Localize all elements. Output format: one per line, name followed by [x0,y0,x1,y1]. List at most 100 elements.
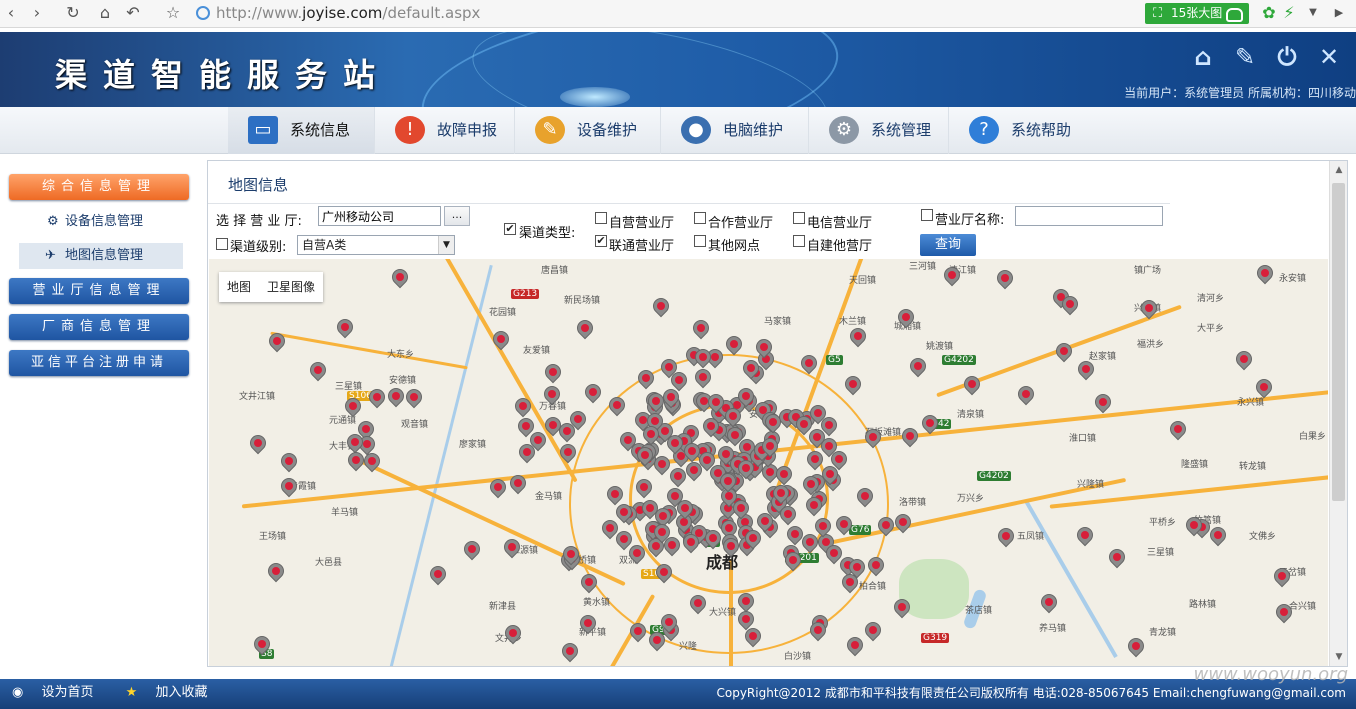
map-marker[interactable] [617,428,640,454]
map-marker[interactable] [782,548,805,574]
map-marker[interactable] [246,431,270,457]
map-marker[interactable] [839,570,862,596]
map-marker[interactable] [704,390,728,416]
map-marker[interactable] [734,384,758,410]
map-marker[interactable] [679,530,703,556]
map-marker[interactable] [1207,523,1230,549]
forward-icon[interactable]: › [26,3,48,23]
channel-level-checkbox[interactable] [216,238,228,250]
map-marker[interactable] [812,514,835,540]
map-marker[interactable] [691,346,714,371]
type-unicom-checkbox[interactable]: ✔ [595,235,607,247]
map-marker[interactable] [841,372,865,398]
tab-pc-maintenance[interactable]: ● 电脑维护 [661,107,809,154]
map-marker[interactable] [918,411,941,437]
map-marker[interactable] [426,563,450,588]
map-marker[interactable] [1091,390,1115,416]
type-self-built-checkbox[interactable] [793,235,805,247]
map-marker[interactable] [864,553,888,579]
panel-scrollbar[interactable]: ▲ ▼ [1329,161,1347,666]
map-marker[interactable] [388,265,412,291]
map-marker[interactable] [1073,524,1097,549]
map-marker[interactable] [690,316,713,342]
map-marker[interactable] [306,358,330,384]
map-marker[interactable] [739,356,763,382]
hall-name-input[interactable] [1015,206,1163,226]
map-marker[interactable] [250,632,274,658]
sidebar-item-asiainfo-register[interactable]: 亚信平台注册申请 [9,350,189,376]
map-marker[interactable] [874,513,898,539]
map-marker[interactable] [512,394,535,420]
map-marker[interactable] [605,393,629,419]
map-marker[interactable] [402,385,426,411]
map-marker[interactable] [501,621,525,647]
map-marker[interactable] [277,449,301,475]
map-marker[interactable] [1272,600,1296,626]
map-marker[interactable] [722,332,746,358]
map-marker[interactable] [541,360,565,386]
home-icon[interactable]: ⌂ [94,3,116,23]
type-other-checkbox[interactable] [694,235,706,247]
map-marker[interactable] [644,389,668,415]
map-marker[interactable] [632,475,656,501]
map-marker[interactable] [506,471,530,497]
map-marker[interactable] [515,440,539,466]
lightning-icon[interactable]: ⚡ [1278,3,1300,23]
map-marker[interactable] [486,475,510,501]
map-marker[interactable] [1074,357,1098,383]
tab-satellite[interactable]: 卫星图像 [259,272,323,302]
power-icon[interactable]: ⏻ [1272,42,1302,72]
map-marker[interactable] [832,512,856,538]
dropdown-icon[interactable]: ▼ [1302,3,1324,23]
map-marker[interactable] [333,315,356,341]
map-marker[interactable] [559,542,583,568]
map-marker[interactable] [384,384,408,410]
browse-button[interactable]: ... [444,206,470,226]
map-marker[interactable] [994,524,1018,550]
map-marker[interactable] [806,401,830,427]
map-marker[interactable] [366,385,389,411]
map-marker[interactable] [576,611,600,637]
map-marker[interactable] [891,510,914,536]
map-marker[interactable] [691,365,715,391]
refresh-icon[interactable]: ↻ [62,3,84,23]
map-marker[interactable] [1052,340,1076,365]
scroll-up-icon[interactable]: ▲ [1330,161,1348,179]
map-marker[interactable] [1015,382,1038,408]
map-marker[interactable] [752,335,776,361]
map-marker[interactable] [1253,261,1277,287]
map-marker[interactable] [514,414,538,440]
hall-input[interactable] [318,206,441,226]
map-marker[interactable] [993,266,1017,292]
map-marker[interactable] [803,493,826,519]
query-button[interactable]: 查询 [920,234,976,256]
map-marker[interactable] [612,500,636,526]
map-marker[interactable] [633,444,657,469]
big-image-button[interactable]: 15张大图 [1145,3,1249,24]
map-marker[interactable] [640,423,663,448]
type-coop-checkbox[interactable] [694,212,706,224]
map-marker[interactable] [1037,590,1061,616]
map-marker[interactable] [699,414,723,440]
sidebar-item-hall-info[interactable]: 营业厅信息管理 [9,278,189,304]
type-telecom-checkbox[interactable] [793,212,805,224]
scroll-thumb[interactable] [1332,183,1345,501]
set-home-link[interactable]: ◉ 设为首页 [12,685,108,700]
map-marker[interactable] [1182,513,1206,539]
undo-icon[interactable]: ↶ [122,3,144,23]
map-marker[interactable] [843,634,866,659]
map-marker[interactable] [344,448,368,474]
map-marker[interactable] [1166,418,1189,443]
map-marker[interactable] [961,373,984,398]
map-marker[interactable] [762,410,785,436]
map-marker[interactable] [758,434,782,460]
hall-name-checkbox[interactable] [921,209,933,221]
add-favorite-link[interactable]: ★ 加入收藏 [126,685,222,700]
sidebar-item-device-info[interactable]: ⚙ 设备信息管理 [19,209,183,235]
map-marker[interactable] [277,474,301,500]
map-marker[interactable] [906,354,930,380]
map-marker[interactable] [776,503,800,528]
tab-system-help[interactable]: ? 系统帮助 [949,107,1089,154]
map-marker[interactable] [773,463,796,488]
map-marker[interactable] [716,469,740,495]
